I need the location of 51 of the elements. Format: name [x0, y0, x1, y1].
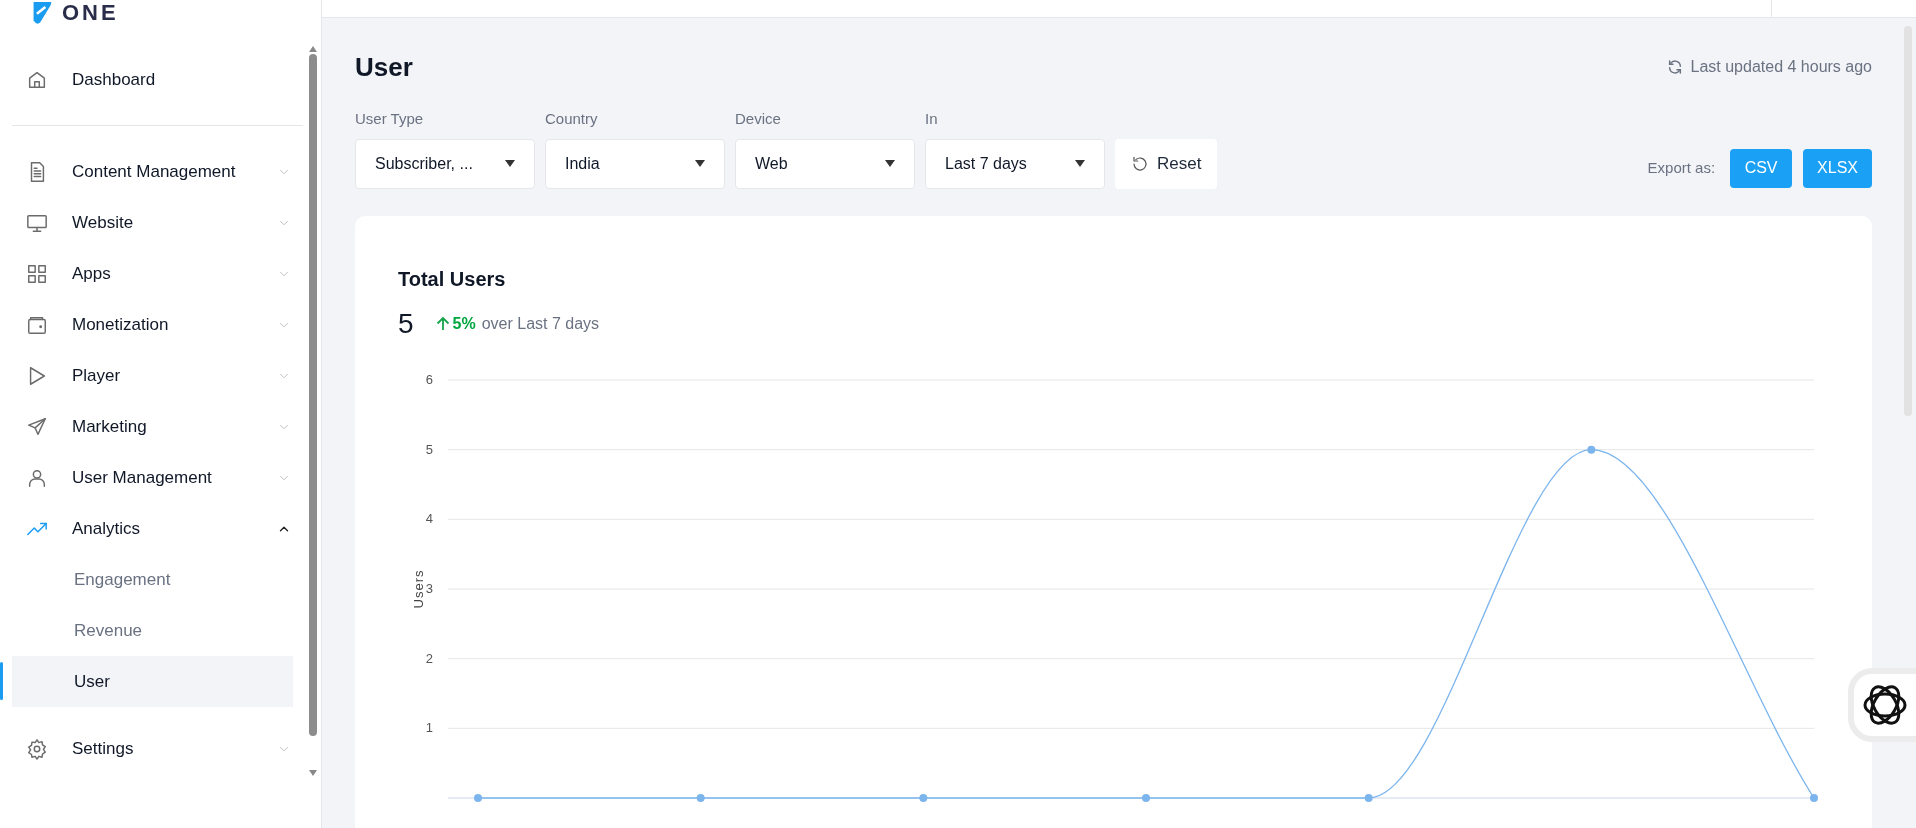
nav-item[interactable]: Dashboard [12, 54, 293, 105]
filter-label: In [925, 109, 939, 129]
caret-icon [1075, 160, 1085, 167]
total-value: 5 [398, 309, 414, 338]
knot-icon [1862, 682, 1908, 728]
dropdown[interactable]: India [545, 138, 725, 189]
nav-item[interactable]: Marketing [12, 401, 293, 452]
nav-item[interactable]: Settings [12, 723, 293, 774]
filter-label: Device [735, 109, 782, 129]
scroll-down-arrow-icon[interactable] [309, 770, 317, 776]
y-tick-label: 4 [425, 510, 433, 526]
nav-item[interactable]: Player [12, 350, 293, 401]
y-tick-label: 1 [425, 719, 433, 735]
y-tick-label: 6 [425, 371, 433, 387]
y-tick-label: 5 [425, 441, 433, 457]
nav-item[interactable]: Analytics [12, 503, 293, 554]
scroll-up-arrow-icon[interactable] [309, 46, 317, 52]
grid-icon [26, 262, 48, 285]
caret-icon [885, 160, 895, 167]
caret-icon [505, 160, 515, 167]
y-axis-title: Users [411, 569, 426, 608]
reset-button[interactable]: Reset [1115, 138, 1218, 189]
arrow-up-icon [435, 316, 450, 331]
dropdown[interactable]: Subscriber, ... [355, 138, 535, 189]
nav-item[interactable]: Monetization [12, 299, 293, 350]
export-label: Export as: [1647, 157, 1716, 178]
nav-item[interactable]: Content Management [12, 146, 293, 197]
last-updated-text: Last updated 4 hours ago [1690, 57, 1872, 77]
change-period: over Last 7 days [481, 313, 600, 334]
refresh-icon [1666, 59, 1683, 75]
filter-label: User Type [355, 109, 425, 129]
send-icon [26, 415, 48, 438]
card-title: Total Users [398, 266, 507, 292]
y-tick-label: 3 [425, 580, 433, 596]
dropdown[interactable]: Last 7 days [925, 138, 1105, 189]
change-percent: 5% [452, 313, 476, 334]
page-title: User [355, 54, 413, 80]
nav-item[interactable]: Website [12, 197, 293, 248]
caret-icon [695, 160, 705, 167]
nav-item[interactable]: Apps [12, 248, 293, 299]
scrollbar[interactable] [309, 46, 317, 776]
y-tick-label: 2 [425, 650, 433, 666]
dropdown[interactable]: Web [735, 138, 915, 189]
nav-item[interactable]: User Management [12, 452, 293, 503]
filter-label: Country [545, 109, 599, 129]
logo-text: ONE [62, 2, 119, 24]
active-indicator [0, 662, 3, 700]
nav-subitem[interactable]: Revenue [12, 605, 293, 656]
undo-icon [1131, 154, 1149, 173]
nav-subitem[interactable]: Engagement [12, 554, 293, 605]
settings-icon [26, 737, 48, 760]
